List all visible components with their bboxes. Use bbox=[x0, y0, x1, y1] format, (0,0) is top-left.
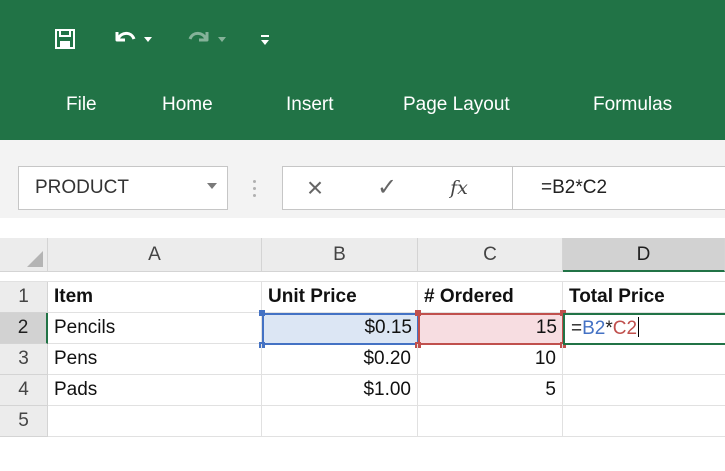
column-header-b[interactable]: B bbox=[262, 238, 418, 272]
name-box[interactable]: PRODUCT bbox=[18, 166, 228, 210]
cell-b5[interactable] bbox=[262, 406, 418, 437]
cell-b3[interactable]: $0.20 bbox=[262, 344, 418, 375]
column-header-d[interactable]: D bbox=[563, 238, 725, 272]
worksheet-grid: A B C D 1 2 3 4 5 Item Unit Price # Orde… bbox=[0, 228, 725, 471]
cell-a2[interactable]: Pencils bbox=[48, 313, 262, 344]
formula-ref-c2: C2 bbox=[612, 318, 638, 339]
tab-formulas[interactable]: Formulas bbox=[593, 92, 672, 118]
row-header-3[interactable]: 3 bbox=[0, 344, 48, 375]
name-box-value: PRODUCT bbox=[35, 177, 129, 198]
formula-operator: * bbox=[605, 318, 613, 339]
cell-b4[interactable]: $1.00 bbox=[262, 375, 418, 406]
cell-a3[interactable]: Pens bbox=[48, 344, 262, 375]
row-header-4[interactable]: 4 bbox=[0, 375, 48, 406]
row-header-5[interactable]: 5 bbox=[0, 406, 48, 437]
cell-d5[interactable] bbox=[563, 406, 725, 437]
ribbon-collapsed-area bbox=[0, 140, 725, 158]
select-all-button[interactable] bbox=[0, 238, 48, 272]
save-icon[interactable] bbox=[52, 26, 78, 52]
formula-input[interactable]: =B2*C2 bbox=[512, 166, 725, 210]
cell-a5[interactable] bbox=[48, 406, 262, 437]
undo-icon[interactable] bbox=[110, 24, 140, 54]
redo-icon[interactable] bbox=[184, 24, 214, 54]
formula-ref-b2: B2 bbox=[582, 318, 606, 339]
redo-dropdown-icon[interactable] bbox=[216, 34, 228, 46]
tab-page-layout[interactable]: Page Layout bbox=[403, 92, 510, 118]
cell-d4[interactable] bbox=[563, 375, 725, 406]
cancel-icon[interactable]: × bbox=[297, 167, 333, 209]
formula-buttons: × ✓ fx bbox=[282, 166, 512, 210]
tab-file[interactable]: File bbox=[66, 92, 97, 118]
ribbon: File Home Insert Page Layout Formulas bbox=[0, 0, 725, 140]
chevron-down-icon[interactable] bbox=[207, 183, 217, 189]
cell-c3[interactable]: 10 bbox=[418, 344, 563, 375]
cell-edit-formula: =B2*C2 bbox=[571, 315, 640, 343]
customize-toolbar-icon[interactable] bbox=[258, 32, 272, 48]
insert-function-icon[interactable]: fx bbox=[441, 167, 477, 209]
undo-dropdown-icon[interactable] bbox=[142, 34, 154, 46]
header-spacer bbox=[0, 272, 725, 282]
select-all-icon bbox=[27, 251, 43, 267]
cell-c1[interactable]: # Ordered bbox=[418, 282, 563, 313]
range-handle[interactable] bbox=[259, 310, 265, 316]
cell-b2[interactable]: $0.15 bbox=[262, 313, 418, 344]
range-handle[interactable] bbox=[415, 310, 421, 316]
column-header-c[interactable]: C bbox=[418, 238, 563, 272]
cell-c4[interactable]: 5 bbox=[418, 375, 563, 406]
cell-c5[interactable] bbox=[418, 406, 563, 437]
cell-c2[interactable]: 15 bbox=[418, 313, 563, 344]
text-cursor bbox=[638, 317, 640, 337]
cell-a1[interactable]: Item bbox=[48, 282, 262, 313]
formula-bar-resize-handle[interactable] bbox=[253, 178, 256, 198]
formula-bar: PRODUCT × ✓ fx =B2*C2 bbox=[0, 158, 725, 218]
row-header-2[interactable]: 2 bbox=[0, 313, 48, 344]
formula-equals: = bbox=[571, 318, 583, 339]
column-header-a[interactable]: A bbox=[48, 238, 262, 272]
tab-home[interactable]: Home bbox=[162, 92, 213, 118]
cell-a4[interactable]: Pads bbox=[48, 375, 262, 406]
active-cell-d2[interactable]: =B2*C2 bbox=[563, 313, 725, 345]
cell-d3[interactable] bbox=[563, 344, 725, 375]
cell-d1[interactable]: Total Price bbox=[563, 282, 725, 313]
formula-input-value: =B2*C2 bbox=[541, 177, 608, 198]
row-header-1[interactable]: 1 bbox=[0, 282, 48, 313]
cell-b1[interactable]: Unit Price bbox=[262, 282, 418, 313]
tab-insert[interactable]: Insert bbox=[286, 92, 334, 118]
enter-icon[interactable]: ✓ bbox=[369, 167, 405, 209]
